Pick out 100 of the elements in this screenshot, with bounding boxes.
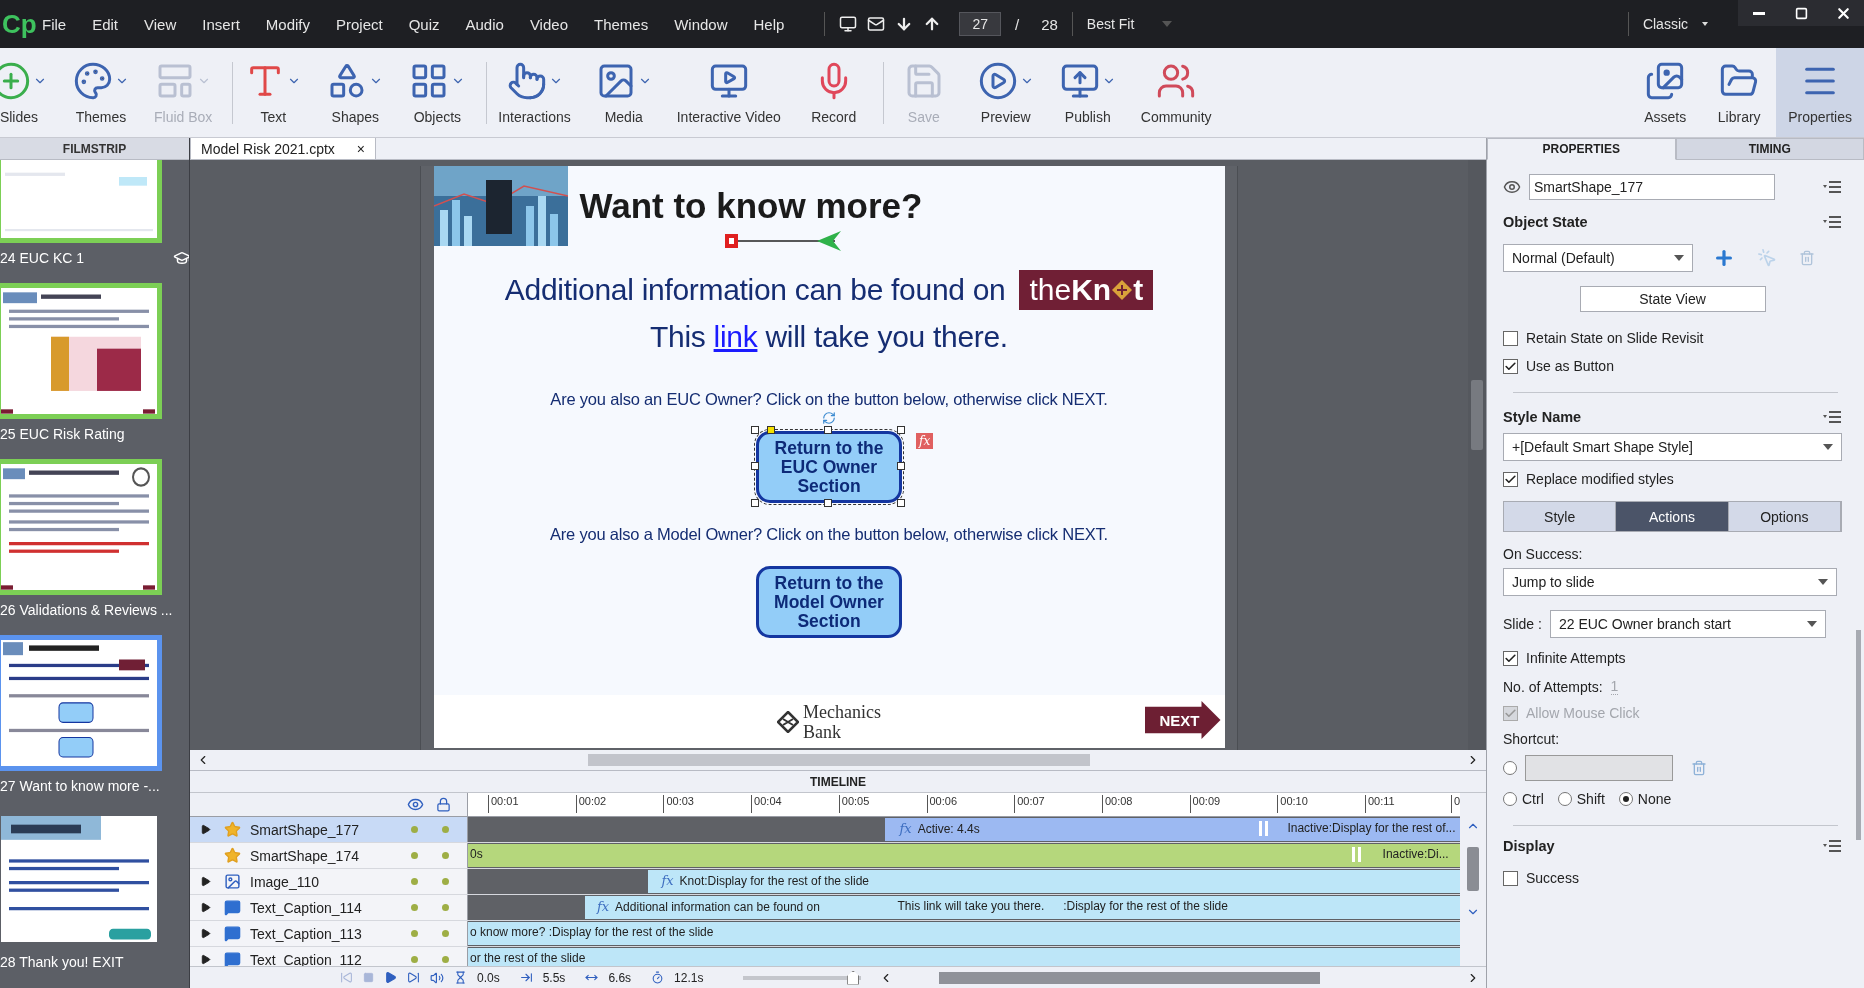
scrollbar-thumb[interactable] (588, 754, 1090, 766)
expand-icon[interactable] (200, 824, 211, 835)
toolbar-button[interactable]: Publish (1046, 48, 1129, 137)
visibility-dot[interactable] (411, 826, 418, 833)
zoom-dropdown[interactable]: Best Fit (1086, 16, 1173, 32)
menu-item[interactable]: Modify (265, 15, 310, 33)
visibility-dot[interactable] (411, 852, 418, 859)
style-dropdown[interactable]: +[Default Smart Shape Style] (1503, 433, 1842, 461)
panel-menu-icon[interactable] (1822, 410, 1842, 424)
lock-dot[interactable] (442, 904, 449, 911)
rotate-handle-icon[interactable] (822, 411, 836, 425)
shortcut-field[interactable] (1525, 755, 1673, 781)
resize-handle[interactable] (824, 426, 832, 434)
slide-button[interactable]: Return to the EUC Owner Section (756, 431, 902, 503)
panel-menu-icon[interactable] (1822, 839, 1842, 853)
panel-button[interactable]: Properties (1776, 48, 1864, 137)
visibility-dot[interactable] (411, 930, 418, 937)
lock-dot[interactable] (442, 930, 449, 937)
mail-icon[interactable] (867, 15, 886, 33)
expand-icon[interactable] (200, 928, 211, 939)
checkbox[interactable] (1503, 330, 1518, 346)
state-view-button[interactable]: State View (1579, 286, 1766, 312)
scrollbar-thumb[interactable] (1467, 847, 1479, 891)
radio-button[interactable] (1503, 761, 1517, 775)
checkbox[interactable] (1503, 650, 1518, 666)
visibility-dot[interactable] (411, 904, 418, 911)
timeline-bar[interactable] (585, 896, 1460, 919)
close-tab-icon[interactable]: × (356, 140, 366, 157)
resize-handle[interactable] (897, 426, 905, 434)
slide-button[interactable]: Return to the Model Owner Section (756, 566, 902, 638)
menu-item[interactable]: Themes (594, 15, 649, 33)
action-dropdown[interactable]: Jump to slide (1503, 568, 1837, 596)
timeline-bar[interactable] (647, 870, 1460, 893)
visibility-icon[interactable] (1503, 178, 1521, 196)
menu-item[interactable]: Audio (465, 15, 504, 33)
timeline-row[interactable]: SmartShape_177 fx Active: 4.4s Inactive:Display for the rest of... (190, 817, 1460, 843)
resize-handle[interactable] (824, 499, 832, 507)
panel-button[interactable]: Library (1702, 48, 1777, 137)
scrollbar-thumb[interactable] (939, 971, 1320, 984)
panel-tab[interactable]: PROPERTIES (1487, 138, 1676, 160)
timeline-row[interactable]: Text_Caption_114 fx Additional information can be found on This link will take you there. :Display for the rest of the slide (190, 895, 1460, 921)
toolbar-button[interactable]: Community (1128, 48, 1224, 137)
toolbar-button[interactable]: Record (792, 48, 875, 137)
play-icon[interactable] (384, 971, 397, 984)
menu-item[interactable]: Video (529, 15, 568, 33)
visibility-dot[interactable] (411, 956, 418, 963)
lock-dot[interactable] (442, 826, 449, 833)
audio-icon[interactable] (430, 970, 444, 985)
timeline-bar[interactable] (468, 922, 1460, 945)
lock-dot[interactable] (442, 956, 449, 963)
checkbox[interactable] (1503, 870, 1518, 886)
sub-tab[interactable]: Style (1504, 502, 1617, 531)
panel-button[interactable]: Assets (1628, 48, 1703, 137)
lock-dot[interactable] (442, 878, 449, 885)
panel-menu-icon[interactable] (1822, 215, 1842, 229)
menu-item[interactable]: Help (753, 15, 785, 33)
timeline-row[interactable]: Image_110 fx Knot:Display for the rest of the slide (190, 869, 1460, 895)
workspace-dropdown[interactable]: Classic (1642, 16, 1708, 32)
slide-dropdown[interactable]: 22 EUC Owner branch start (1549, 610, 1826, 638)
state-dropdown[interactable]: Normal (Default) (1503, 244, 1693, 272)
page-number-field[interactable]: 27 (959, 12, 1001, 36)
expand-icon[interactable] (200, 876, 211, 887)
resize-handle[interactable] (751, 499, 759, 507)
panel-menu-icon[interactable] (1822, 180, 1842, 194)
toolbar-button[interactable]: Shapes (314, 48, 397, 137)
add-state-icon[interactable] (1713, 247, 1735, 269)
toolbar-button[interactable]: Interactive Video (664, 48, 793, 137)
document-tab[interactable]: Model Risk 2021.cptx × (190, 138, 377, 159)
resize-handle[interactable] (897, 499, 905, 507)
lock-icon[interactable] (436, 797, 451, 812)
timeline-bar[interactable] (884, 818, 1460, 841)
resize-handle[interactable] (751, 462, 759, 470)
resize-handle[interactable] (897, 462, 905, 470)
toolbar-button[interactable]: Objects (396, 48, 479, 137)
skip-end-icon[interactable] (407, 971, 420, 984)
checkbox[interactable] (1503, 471, 1518, 487)
object-name-field[interactable]: SmartShape_177 (1529, 174, 1775, 200)
lock-dot[interactable] (442, 852, 449, 859)
scrollbar-thumb[interactable] (1471, 380, 1483, 450)
text-link[interactable]: link (713, 320, 758, 353)
scrollbar-thumb[interactable] (1855, 630, 1861, 840)
toolbar-button[interactable]: Themes (60, 48, 142, 137)
visibility-dot[interactable] (411, 878, 418, 885)
expand-icon[interactable] (200, 954, 211, 965)
visibility-icon[interactable] (407, 796, 424, 813)
menu-item[interactable]: Insert (202, 15, 240, 33)
menu-item[interactable]: Edit (92, 15, 119, 33)
menu-item[interactable]: Quiz (408, 15, 440, 33)
timeline-row[interactable]: SmartShape_174 0s Inactive:Di... (190, 843, 1460, 869)
sub-tab[interactable]: Actions (1616, 502, 1729, 531)
motion-path-icon[interactable] (724, 230, 843, 252)
menu-item[interactable]: File (42, 15, 67, 33)
menu-item[interactable]: View (144, 15, 177, 33)
expand-icon[interactable] (200, 902, 211, 913)
toolbar-button[interactable]: Slides (0, 48, 60, 137)
panel-tab[interactable]: TIMING (1675, 138, 1864, 160)
toolbar-button[interactable]: Media (582, 48, 665, 137)
radio-button[interactable] (1557, 792, 1572, 806)
next-button[interactable]: NEXT (1144, 701, 1221, 739)
toolbar-button[interactable]: Preview (964, 48, 1047, 137)
